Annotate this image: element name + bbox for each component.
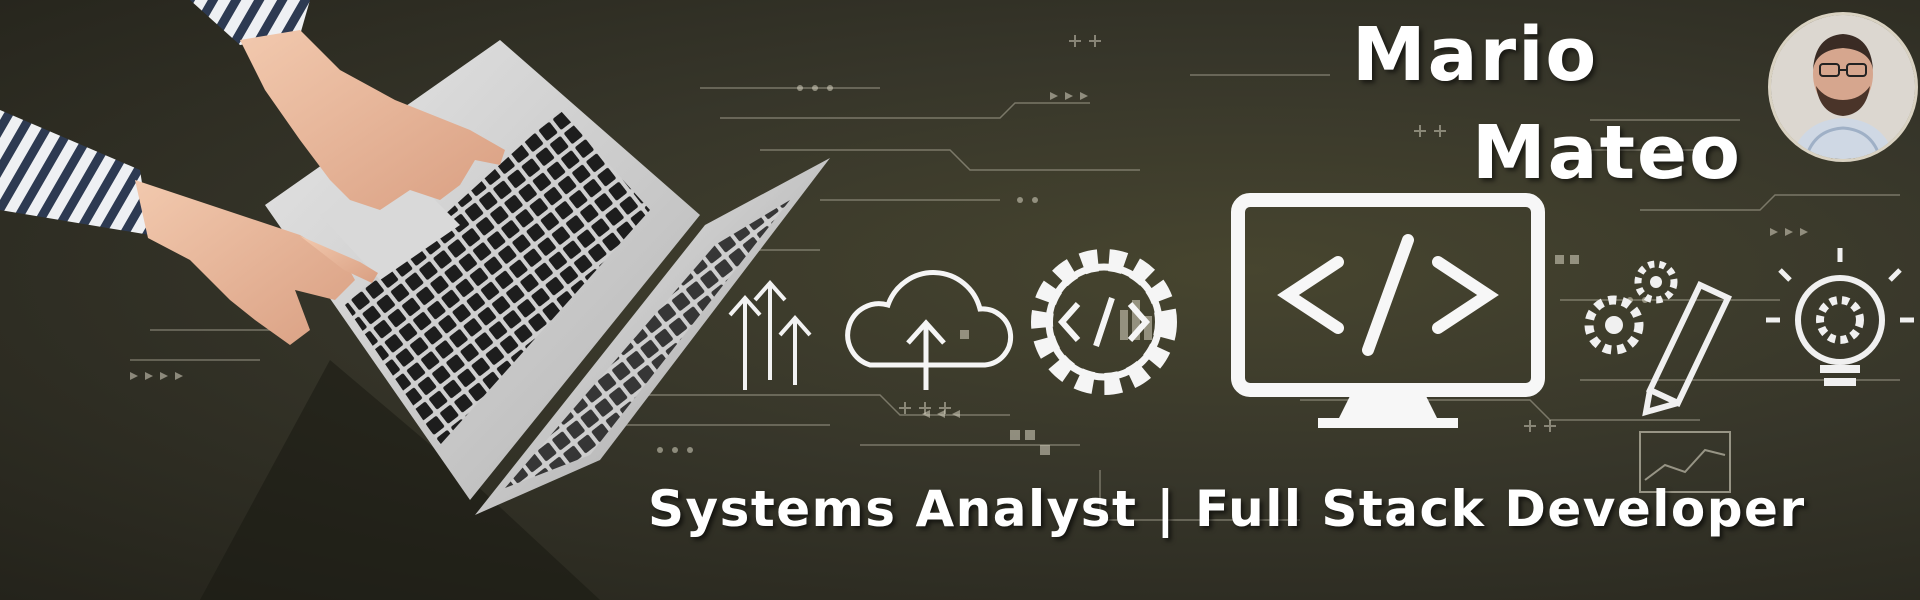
cloud-upload-icon xyxy=(845,270,1014,390)
lightbulb-gear-icon xyxy=(1766,248,1914,386)
arrows-up-icon xyxy=(728,279,812,390)
last-name: Mateo xyxy=(1472,110,1742,196)
monitor-code-icon xyxy=(1231,193,1545,428)
gears-pencil-icon xyxy=(1584,260,1733,417)
first-name: Mario xyxy=(1352,12,1599,98)
avatar xyxy=(1768,12,1918,162)
gear-code-icon xyxy=(1031,249,1177,395)
tagline: Systems Analyst | Full Stack Developer xyxy=(648,480,1806,538)
profile-banner: Mario Mateo Systems Analyst | Full Stack… xyxy=(0,0,1920,600)
